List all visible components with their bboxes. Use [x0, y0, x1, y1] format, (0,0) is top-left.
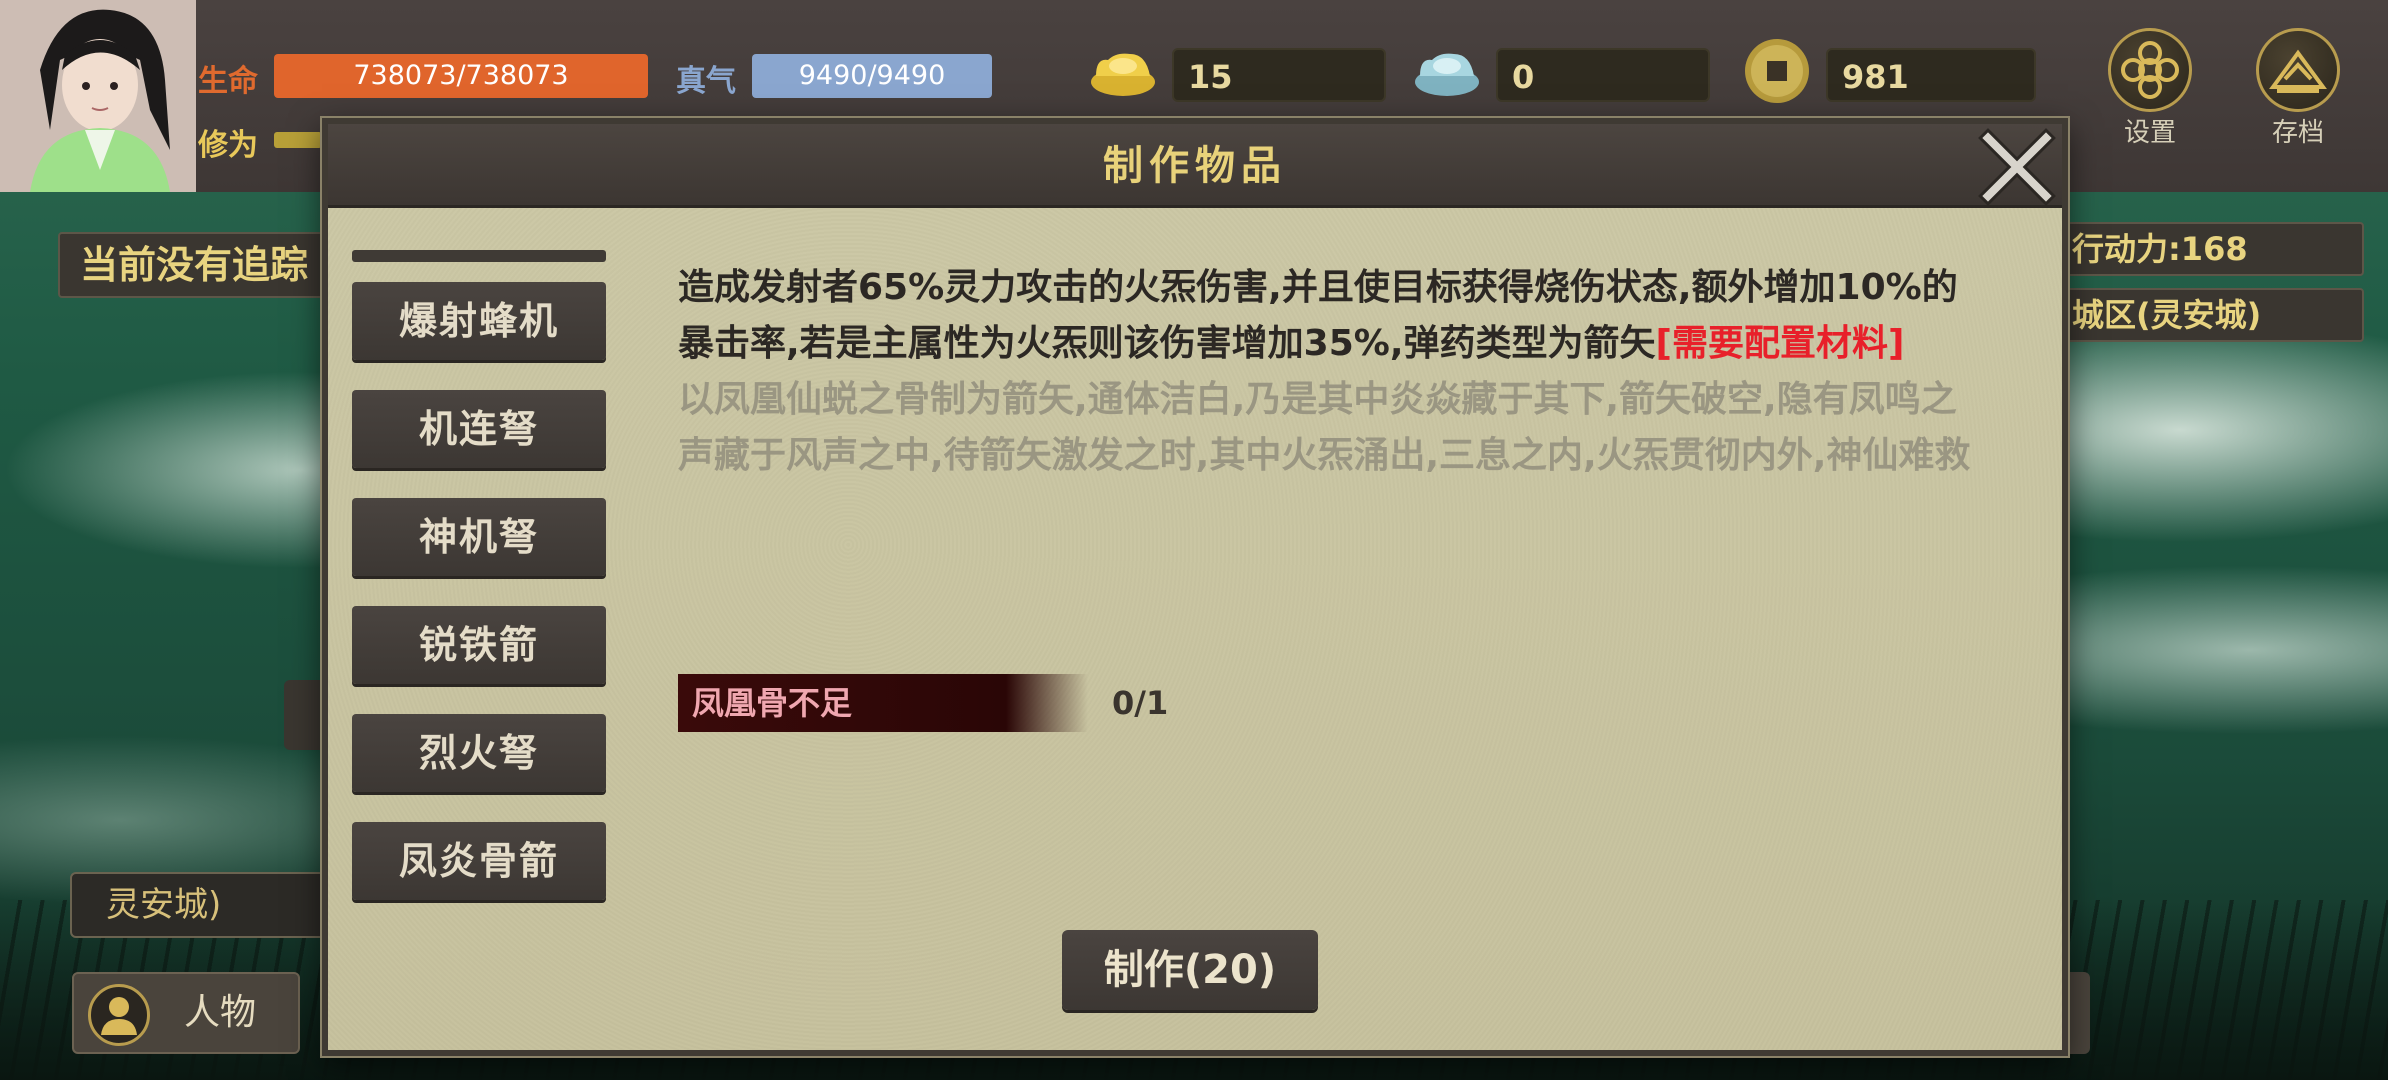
settings-button[interactable] [2108, 28, 2192, 112]
need-materials-note: [需要配置材料] [1655, 323, 1905, 364]
dialog-title: 制作物品 [1103, 143, 1287, 189]
close-x-icon [1978, 128, 2056, 206]
save-button[interactable] [2256, 28, 2340, 112]
dialog-body: 爆射蜂机 机连弩 神机弩 锐铁箭 烈火弩 凤炎骨箭 造成发射者65%灵力攻击的火… [328, 208, 2062, 1050]
location-panel[interactable]: 灵安城) [70, 872, 340, 938]
settings-label: 设置 [2123, 118, 2176, 148]
recipe-item[interactable]: 机连弩 [352, 390, 606, 468]
silver-ingot-count: 0 [1496, 48, 1710, 102]
qi-label: 真气 [676, 64, 736, 99]
cultivation-label: 修为 [198, 128, 258, 163]
character-label: 人物 [184, 992, 257, 1033]
dialog-header: 制作物品 [328, 124, 2062, 208]
character-button[interactable]: 人物 [72, 972, 300, 1054]
material-status-text: 凤凰骨不足 [692, 684, 853, 722]
item-description: 造成发射者65%灵力攻击的火炁伤害,并且使目标获得烧伤状态,额外增加10%的暴击… [678, 260, 1978, 372]
quest-tracking-panel[interactable]: 当前没有追踪 [58, 232, 338, 298]
settings-flower-icon [2121, 41, 2179, 99]
recipe-item[interactable]: 神机弩 [352, 498, 606, 576]
make-button[interactable]: 制作(20) [1062, 930, 1318, 1010]
material-count: 0/1 [1112, 684, 1169, 722]
crafting-dialog: 制作物品 爆射蜂机 机连弩 神机弩 锐铁箭 烈火弩 凤炎骨箭 造成发射者65%灵… [322, 118, 2068, 1056]
material-status-bar: 凤凰骨不足 [678, 674, 1088, 732]
recipe-item-selected[interactable]: 凤炎骨箭 [352, 822, 606, 900]
person-icon [88, 984, 150, 1046]
hp-label: 生命 [198, 64, 258, 99]
gold-ingot-count: 15 [1172, 48, 1386, 102]
current-area[interactable]: 城区(灵安城) [2060, 288, 2364, 342]
close-button[interactable] [1978, 128, 2056, 206]
recipe-item[interactable]: 锐铁箭 [352, 606, 606, 684]
hp-bar: 738073/738073 [274, 54, 648, 98]
recipe-item[interactable]: 烈火弩 [352, 714, 606, 792]
list-scroll-indicator [352, 250, 606, 262]
copper-coin-icon [1742, 36, 1812, 106]
coin-count: 981 [1826, 48, 2036, 102]
qi-bar: 9490/9490 [752, 54, 992, 98]
action-points: 行动力:168 [2060, 222, 2364, 276]
silver-ingot-icon [1412, 46, 1482, 98]
save-label: 存档 [2271, 118, 2324, 148]
character-portrait[interactable] [0, 0, 196, 192]
item-lore: 以凤凰仙蜕之骨制为箭矢,通体洁白,乃是其中炎焱藏于其下,箭矢破空,隐有凤鸣之声藏… [678, 379, 1971, 476]
cultivation-bar [274, 132, 322, 148]
gold-ingot-icon [1088, 46, 1158, 98]
recipe-item[interactable]: 爆射蜂机 [352, 282, 606, 360]
save-mountain-icon [2269, 49, 2327, 93]
